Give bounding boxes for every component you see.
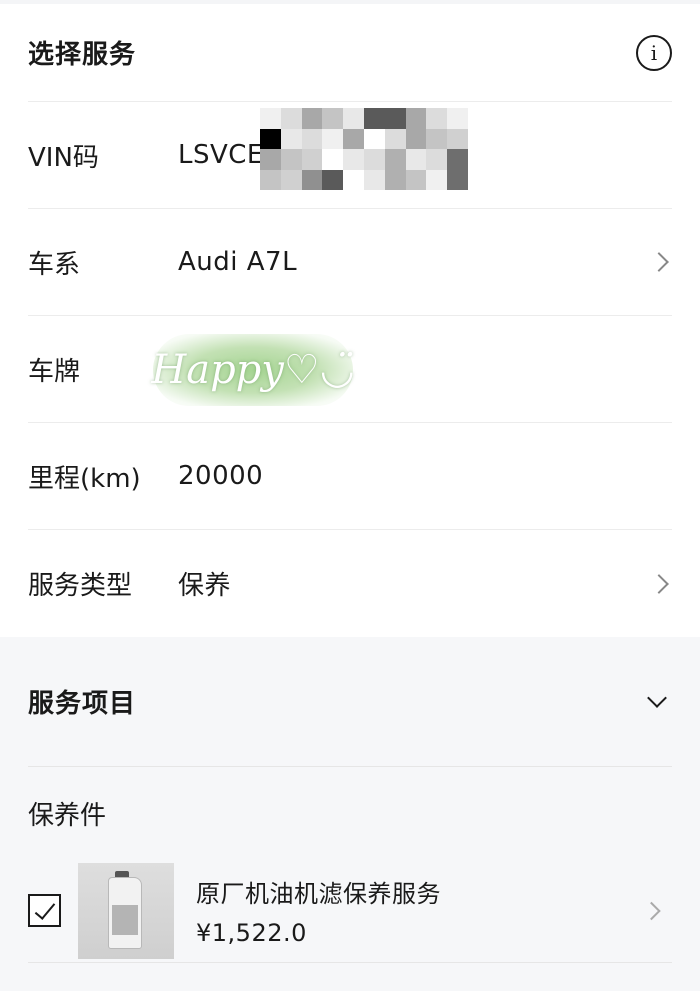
mosaic-cell [447, 169, 468, 190]
vin-label: VIN码 [28, 142, 99, 173]
mosaic-cell [384, 169, 406, 190]
mosaic-cell [405, 149, 427, 170]
item-text: 原厂机油机滤保养服务 ¥1,522.0 [196, 874, 441, 947]
mosaic-cell [363, 149, 385, 170]
info-icon[interactable]: i [636, 34, 672, 71]
happy-sticker: Happy♡◡̈ [151, 334, 355, 406]
bottle-label [112, 904, 138, 935]
plate-row: 车牌 Happy♡◡̈ [28, 316, 672, 423]
page-title: 选择服务 [28, 40, 137, 70]
sticker-text: Happy♡◡̈ [151, 347, 355, 393]
service-item[interactable]: 原厂机油机滤保养服务 ¥1,522.0 [28, 859, 672, 963]
service-type-row[interactable]: 服务类型 保养 [28, 530, 672, 637]
vin-mosaic-redaction [260, 108, 468, 190]
mosaic-cell [343, 128, 364, 149]
mosaic-cell [384, 108, 406, 129]
service-type-label: 服务类型 [28, 571, 133, 601]
mosaic-cell [405, 169, 427, 190]
mosaic-cell [426, 108, 448, 129]
service-items-header[interactable]: 服务项目 [28, 637, 672, 767]
item-checkbox[interactable] [28, 894, 61, 927]
vin-value: LSVCE [178, 140, 264, 170]
mosaic-cell [363, 108, 385, 129]
mosaic-cell [447, 108, 468, 129]
mosaic-cell [260, 169, 281, 190]
mosaic-cell [301, 149, 323, 170]
mileage-label: 里程(km) [28, 463, 141, 494]
oil-bottle-icon [78, 862, 174, 959]
item-name: 原厂机油机滤保养服务 [196, 880, 441, 908]
chevron-down-icon[interactable] [647, 687, 667, 708]
service-items-title: 服务项目 [28, 689, 137, 719]
mosaic-cell [343, 149, 364, 170]
mosaic-cell [301, 108, 323, 129]
group-label: 保养件 [28, 800, 107, 831]
mosaic-cell [343, 169, 364, 190]
check-icon [34, 897, 55, 920]
mosaic-cell [426, 149, 448, 170]
chevron-right-icon[interactable] [642, 901, 661, 920]
mosaic-cell [343, 108, 364, 129]
service-items-section: 服务项目 保养件 原厂机油机滤保养服务 ¥1,522.0 [0, 637, 700, 991]
mosaic-cell [280, 169, 302, 190]
chevron-right-icon [649, 573, 669, 594]
mosaic-cell [260, 149, 281, 170]
mileage-value: 20000 [178, 461, 264, 491]
mosaic-cell [322, 128, 344, 149]
mosaic-cell [384, 128, 406, 149]
item-price: ¥1,522.0 [196, 919, 307, 947]
mosaic-cell [405, 128, 427, 149]
mosaic-cell [363, 169, 385, 190]
mosaic-cell [301, 128, 323, 149]
series-value: Audi A7L [178, 247, 298, 277]
series-label: 车系 [28, 249, 81, 280]
mosaic-cell [426, 169, 448, 190]
mosaic-cell [447, 128, 468, 149]
service-type-value: 保养 [178, 571, 232, 601]
mosaic-cell [260, 108, 281, 129]
mosaic-cell [447, 149, 468, 170]
page-header: 选择服务 i [28, 4, 672, 102]
mosaic-cell [260, 128, 281, 149]
series-row[interactable]: 车系 Audi A7L [28, 209, 672, 316]
mosaic-cell [280, 128, 302, 149]
mosaic-cell [363, 128, 385, 149]
mileage-row: 里程(km) 20000 [28, 423, 672, 530]
mosaic-cell [426, 128, 448, 149]
vin-row: VIN码 LSVCE [28, 102, 672, 209]
mosaic-cell [280, 108, 302, 129]
mosaic-cell [280, 149, 302, 170]
mosaic-cell [322, 149, 344, 170]
mosaic-cell [405, 108, 427, 129]
mosaic-cell [301, 169, 323, 190]
mosaic-cell [322, 169, 344, 190]
chevron-right-icon [649, 252, 669, 272]
mosaic-cell [322, 108, 344, 129]
service-form: 选择服务 i VIN码 LSVCE 车系 Audi A7L 车牌 Happy♡◡… [0, 4, 700, 637]
mosaic-cell [384, 149, 406, 170]
